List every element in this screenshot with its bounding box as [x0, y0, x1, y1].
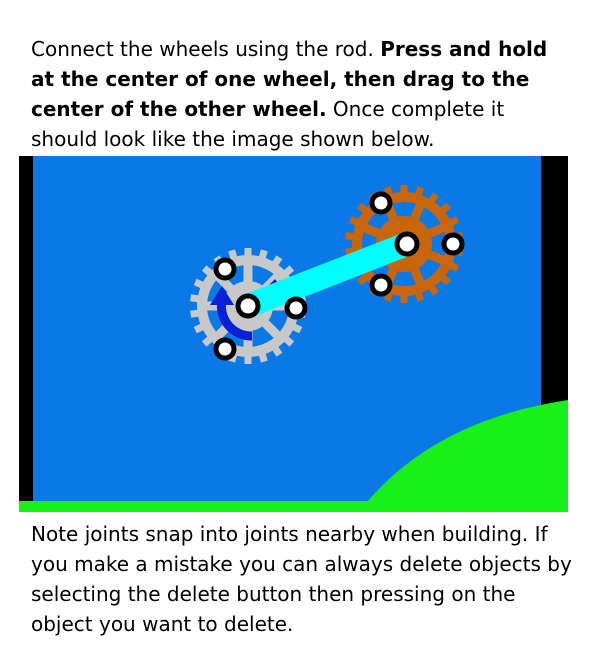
- note-text: Note joints snap into joints nearby when…: [31, 522, 572, 636]
- example-scene: [19, 156, 568, 512]
- left-wall: [19, 156, 33, 512]
- joint-orange-center[interactable]: [394, 231, 420, 257]
- joint-orange-right[interactable]: [441, 232, 465, 256]
- joint-orange-bottom[interactable]: [369, 273, 393, 297]
- instructions-intro: Connect the wheels using the rod.: [31, 37, 381, 61]
- instructions-text: Connect the wheels using the rod. Press …: [31, 34, 576, 154]
- joint-gray-bottom[interactable]: [213, 337, 237, 361]
- joint-gray-right[interactable]: [284, 296, 308, 320]
- joint-gray-top[interactable]: [213, 257, 237, 281]
- joint-orange-top[interactable]: [369, 191, 393, 215]
- joint-gray-center[interactable]: [235, 293, 261, 319]
